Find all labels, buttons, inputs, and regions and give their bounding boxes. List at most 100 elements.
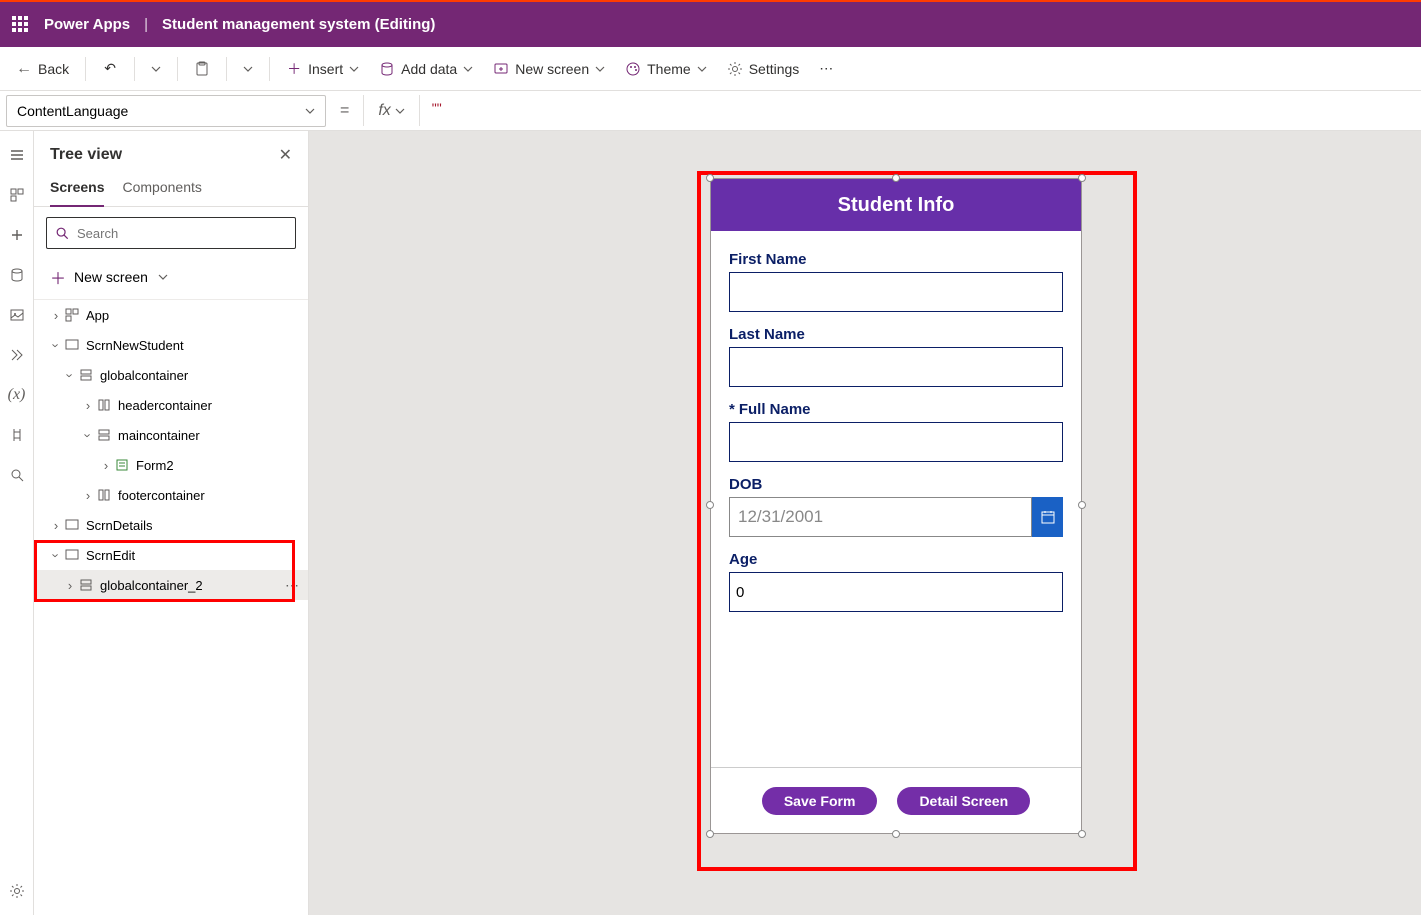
rail-search-icon[interactable] <box>7 465 27 485</box>
screen-plus-icon <box>493 61 509 77</box>
separator <box>269 57 270 81</box>
rail-tools-icon[interactable] <box>7 425 27 445</box>
input-lastname[interactable] <box>729 347 1063 387</box>
separator <box>226 57 227 81</box>
chevron-down-icon <box>463 64 473 74</box>
tree-node-scrnedit[interactable]: › ScrnEdit <box>34 540 308 570</box>
chevron-right-icon: › <box>48 308 64 323</box>
node-label: globalcontainer <box>100 368 188 383</box>
node-label: ScrnDetails <box>86 518 152 533</box>
ellipsis-icon[interactable]: ⋯ <box>285 577 300 594</box>
back-button[interactable]: ← Back <box>8 53 77 85</box>
tab-screens[interactable]: Screens <box>50 173 104 207</box>
tree-node-headercontainer[interactable]: › headercontainer <box>34 390 308 420</box>
new-screen-button[interactable]: ＋ New screen <box>34 259 308 300</box>
node-label: App <box>86 308 109 323</box>
plus-icon: ＋ <box>50 265 66 289</box>
separator <box>134 57 135 81</box>
app-icon <box>64 307 80 323</box>
database-icon <box>379 61 395 77</box>
tree-node-maincontainer[interactable]: › maincontainer <box>34 420 308 450</box>
chevron-right-icon: › <box>80 398 96 413</box>
insert-label: Insert <box>308 61 343 77</box>
settings-button[interactable]: Settings <box>719 53 808 85</box>
theme-button[interactable]: Theme <box>617 53 715 85</box>
label-age: Age <box>729 551 1063 568</box>
rail-hamburger-icon[interactable] <box>7 145 27 165</box>
rail-variables-icon[interactable]: (x) <box>7 385 27 405</box>
tree-node-form2[interactable]: › Form2 <box>34 450 308 480</box>
chevron-down-icon: › <box>49 547 64 563</box>
tree-node-app[interactable]: › App <box>34 300 308 330</box>
chevron-right-icon: › <box>98 458 114 473</box>
rail-insert-icon[interactable] <box>7 225 27 245</box>
paste-button[interactable] <box>186 53 218 85</box>
insert-button[interactable]: ＋ Insert <box>278 53 367 85</box>
label-lastname: Last Name <box>729 326 1063 343</box>
rail-settings-icon[interactable] <box>7 881 27 901</box>
input-age[interactable] <box>729 572 1063 612</box>
close-icon[interactable]: ✕ <box>279 145 292 165</box>
undo-button[interactable]: ↶ <box>94 53 126 85</box>
fx-button[interactable]: fx <box>372 102 410 120</box>
clipboard-icon <box>194 61 210 77</box>
hcontainer-icon <box>96 397 112 413</box>
gear-icon <box>727 61 743 77</box>
chevron-down-icon <box>151 64 161 74</box>
paste-dropdown[interactable] <box>235 53 261 85</box>
chevron-down-icon <box>305 106 315 116</box>
add-data-button[interactable]: Add data <box>371 53 481 85</box>
tree-node-scrnnewstudent[interactable]: › ScrnNewStudent <box>34 330 308 360</box>
property-name: ContentLanguage <box>17 103 128 119</box>
node-label: ScrnEdit <box>86 548 135 563</box>
new-screen-button[interactable]: New screen <box>485 53 613 85</box>
separator <box>177 57 178 81</box>
search-icon <box>55 226 69 240</box>
tree-node-footercontainer[interactable]: › footercontainer <box>34 480 308 510</box>
undo-icon: ↶ <box>102 61 118 77</box>
chevron-right-icon: › <box>62 578 78 593</box>
file-name: Student management system (Editing) <box>162 16 435 33</box>
equals-sign: = <box>334 102 355 120</box>
hcontainer-icon <box>96 487 112 503</box>
fx-label: fx <box>378 102 390 120</box>
theme-label: Theme <box>647 61 691 77</box>
calendar-button[interactable] <box>1032 497 1063 537</box>
tree-panel: Tree view ✕ Screens Components ＋ New scr… <box>34 131 309 915</box>
property-selector[interactable]: ContentLanguage <box>6 95 326 127</box>
command-bar: ← Back ↶ ＋ Insert Add data New screen <box>0 47 1421 91</box>
ellipsis-icon: ⋯ <box>819 60 833 77</box>
formula-input[interactable]: "" <box>428 100 1415 122</box>
chevron-down-icon <box>349 64 359 74</box>
more-commands-button[interactable]: ⋯ <box>811 53 841 85</box>
formula-bar: ContentLanguage = fx "" <box>0 91 1421 131</box>
input-dob[interactable] <box>729 497 1032 537</box>
rail-tree-icon[interactable] <box>7 185 27 205</box>
tree-search[interactable] <box>46 217 296 249</box>
detail-button[interactable]: Detail Screen <box>897 787 1030 815</box>
label-firstname: First Name <box>729 251 1063 268</box>
waffle-icon[interactable] <box>12 16 30 34</box>
node-label: headercontainer <box>118 398 212 413</box>
chevron-down-icon <box>395 106 405 116</box>
canvas[interactable]: Student Info First Name Last Name *Full … <box>309 131 1421 915</box>
chevron-right-icon: › <box>80 488 96 503</box>
node-label: footercontainer <box>118 488 205 503</box>
rail-media-icon[interactable] <box>7 305 27 325</box>
tree-node-globalcontainer[interactable]: › globalcontainer <box>34 360 308 390</box>
preview-footer: Save Form Detail Screen <box>711 767 1081 833</box>
chevron-down-icon: › <box>81 427 96 443</box>
input-fullname[interactable] <box>729 422 1063 462</box>
brand-label: Power Apps <box>44 16 130 33</box>
plus-icon: ＋ <box>286 61 302 77</box>
input-firstname[interactable] <box>729 272 1063 312</box>
tree-node-scrndetails[interactable]: › ScrnDetails <box>34 510 308 540</box>
rail-flows-icon[interactable] <box>7 345 27 365</box>
save-button[interactable]: Save Form <box>762 787 878 815</box>
tree-node-globalcontainer2[interactable]: › globalcontainer_2 ⋯ <box>34 570 308 600</box>
screen-icon <box>64 547 80 563</box>
undo-dropdown[interactable] <box>143 53 169 85</box>
search-input[interactable] <box>77 226 287 241</box>
tab-components[interactable]: Components <box>122 173 201 206</box>
rail-data-icon[interactable] <box>7 265 27 285</box>
